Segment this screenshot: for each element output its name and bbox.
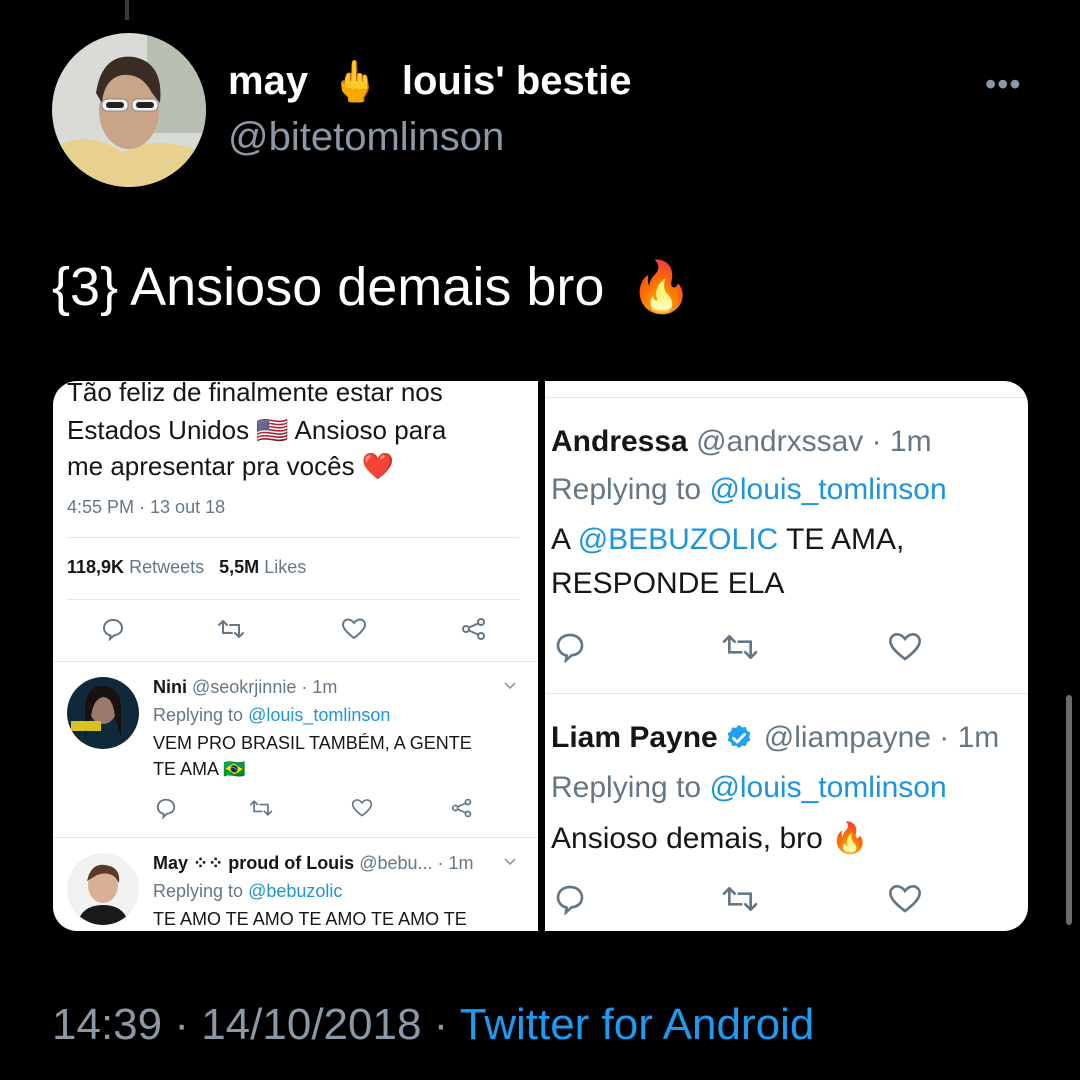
engagement-stats: 118,9K Retweets 5,5M Likes	[67, 557, 306, 578]
us-flag-icon: 🇺🇸	[256, 415, 289, 445]
divider	[545, 397, 1028, 398]
reply-text-line1: A @BEBUZOLIC TE AMA,	[551, 523, 904, 557]
reply-author-handle: @liampayne · 1m	[763, 721, 1000, 754]
media-image-right[interactable]: Andressa @andrxssav · 1m Replying to @lo…	[545, 381, 1028, 931]
reply-icon[interactable]	[553, 883, 587, 915]
reply-icon[interactable]	[553, 631, 587, 663]
reply-author-handle: @andrxssav · 1m	[696, 425, 932, 458]
tweet-source-link[interactable]: Twitter for Android	[460, 1000, 815, 1049]
reply-text-line1: TE AMO TE AMO TE AMO TE AMO TE	[153, 909, 467, 929]
reply-text-line1: VEM PRO BRASIL TAMBÉM, A GENTE	[153, 733, 472, 753]
reply-author-name-rest[interactable]: proud of Louis	[228, 853, 354, 873]
reply-author-name[interactable]: May	[153, 853, 188, 873]
reply-icon[interactable]	[155, 797, 177, 819]
retweet-icon[interactable]	[249, 797, 273, 819]
retweets-count: 118,9K	[67, 557, 125, 577]
heart-emoji-icon: ❤️	[361, 451, 395, 481]
tweet-metadata: 14:39 · 14/10/2018 · Twitter for Android	[52, 1000, 814, 1050]
replying-to-line: Replying to @louis_tomlinson	[551, 771, 947, 805]
divider	[53, 837, 538, 838]
likes-label: Likes	[264, 557, 307, 577]
tweet-text-body: {3} Ansioso demais bro	[52, 257, 605, 317]
reply-icon[interactable]	[101, 617, 125, 641]
divider	[67, 599, 519, 600]
reply-text-a: A	[551, 523, 570, 556]
reply-text-mention[interactable]: @BEBUZOLIC	[578, 523, 779, 556]
replying-to-mention[interactable]: @louis_tomlinson	[709, 473, 946, 506]
fire-emoji-icon: 🔥	[831, 822, 869, 855]
reply-text: Ansioso demais, bro	[551, 822, 823, 855]
reply-header-liam: Liam Payne @liampayne · 1m	[551, 721, 999, 755]
like-icon[interactable]	[351, 797, 373, 819]
tweet-media[interactable]: Tão feliz de finalmente estar nos Estado…	[53, 381, 1028, 931]
replying-to-line: Replying to @louis_tomlinson	[551, 473, 947, 507]
replying-to-prefix: Replying to	[153, 705, 244, 725]
share-icon[interactable]	[451, 797, 473, 819]
reply-header-may: May ⁘⁘ proud of Louis @bebu... · 1m	[153, 853, 474, 874]
reply-avatar-nini[interactable]	[67, 677, 139, 749]
quoted-tweet-line2-a: Estados Unidos	[67, 415, 250, 445]
verified-badge-icon	[727, 724, 751, 749]
retweet-icon[interactable]	[721, 883, 759, 915]
reply-text-line1: Ansioso demais, bro 🔥	[551, 821, 869, 856]
replying-to-line: Replying to @louis_tomlinson	[153, 705, 390, 726]
more-options-icon[interactable]: •••	[985, 66, 1022, 103]
reply-author-name[interactable]: Nini	[153, 677, 187, 697]
replying-to-prefix: Replying to	[153, 881, 244, 901]
reply-author-handle: @bebu... · 1m	[359, 853, 474, 873]
author-name-part1: may	[228, 59, 309, 103]
replying-to-mention[interactable]: @louis_tomlinson	[709, 771, 946, 804]
reply-text-b: TE AMA,	[786, 523, 905, 556]
reply-header-andressa: Andressa @andrxssav · 1m	[551, 425, 932, 459]
replying-to-mention[interactable]: @bebuzolic	[248, 881, 342, 901]
name-emoji-icon: ⁘⁘	[193, 853, 224, 873]
reply-avatar-may[interactable]	[67, 853, 139, 925]
divider	[67, 537, 519, 538]
replying-to-prefix: Replying to	[551, 473, 702, 506]
retweet-icon[interactable]	[721, 631, 759, 663]
reply-text-line2: TE AMA 🇧🇷	[153, 759, 245, 780]
reply-header-nini: Nini @seokrjinnie · 1m	[153, 677, 337, 698]
like-icon[interactable]	[887, 631, 923, 663]
quoted-tweet-line2-b: Ansioso para	[294, 415, 447, 445]
quoted-tweet-line3: me apresentar pra vocês ❤️	[67, 451, 394, 482]
thread-connector-line	[125, 0, 129, 20]
replying-to-mention[interactable]: @louis_tomlinson	[248, 705, 390, 725]
replying-to-prefix: Replying to	[551, 771, 702, 804]
tweet-timestamp[interactable]: 14:39 · 14/10/2018 ·	[52, 1000, 448, 1049]
author-avatar[interactable]	[52, 33, 206, 187]
retweet-icon[interactable]	[217, 617, 245, 641]
scrollbar[interactable]	[1066, 695, 1072, 925]
quoted-tweet-line3-text: me apresentar pra vocês	[67, 451, 355, 481]
middle-finger-emoji-icon: 🖕	[330, 60, 380, 104]
quoted-tweet-line2: Estados Unidos 🇺🇸 Ansioso para	[67, 415, 446, 446]
reply-author-name[interactable]: Liam Payne	[551, 721, 718, 755]
reply-author-name[interactable]: Andressa	[551, 425, 688, 458]
reply-text-line2-text: TE AMA	[153, 759, 219, 779]
author-name-part2: louis' bestie	[401, 59, 632, 103]
divider	[53, 661, 538, 662]
likes-count: 5,5M	[219, 557, 260, 577]
quoted-tweet-line1: Tão feliz de finalmente estar nos	[67, 381, 443, 407]
like-icon[interactable]	[887, 883, 923, 915]
tweet-text: {3} Ansioso demais bro 🔥	[52, 256, 693, 318]
retweets-label: Retweets	[129, 557, 205, 577]
chevron-down-icon[interactable]	[503, 681, 517, 691]
fire-emoji-icon: 🔥	[630, 258, 693, 315]
quoted-tweet-timestamp: 4:55 PM · 13 out 18	[67, 497, 226, 517]
replying-to-line: Replying to @bebuzolic	[153, 881, 342, 902]
chevron-down-icon[interactable]	[503, 857, 517, 867]
brazil-flag-icon: 🇧🇷	[223, 759, 246, 779]
like-icon[interactable]	[341, 617, 367, 641]
reply-text-line2: RESPONDE ELA	[551, 567, 785, 600]
reply-author-handle: @seokrjinnie · 1m	[192, 677, 338, 697]
divider	[545, 693, 1028, 694]
media-image-left[interactable]: Tão feliz de finalmente estar nos Estado…	[53, 381, 538, 931]
author-handle[interactable]: @bitetomlinson	[228, 115, 504, 160]
share-icon[interactable]	[461, 617, 487, 641]
author-display-name[interactable]: may 🖕 louis' bestie	[228, 58, 631, 105]
